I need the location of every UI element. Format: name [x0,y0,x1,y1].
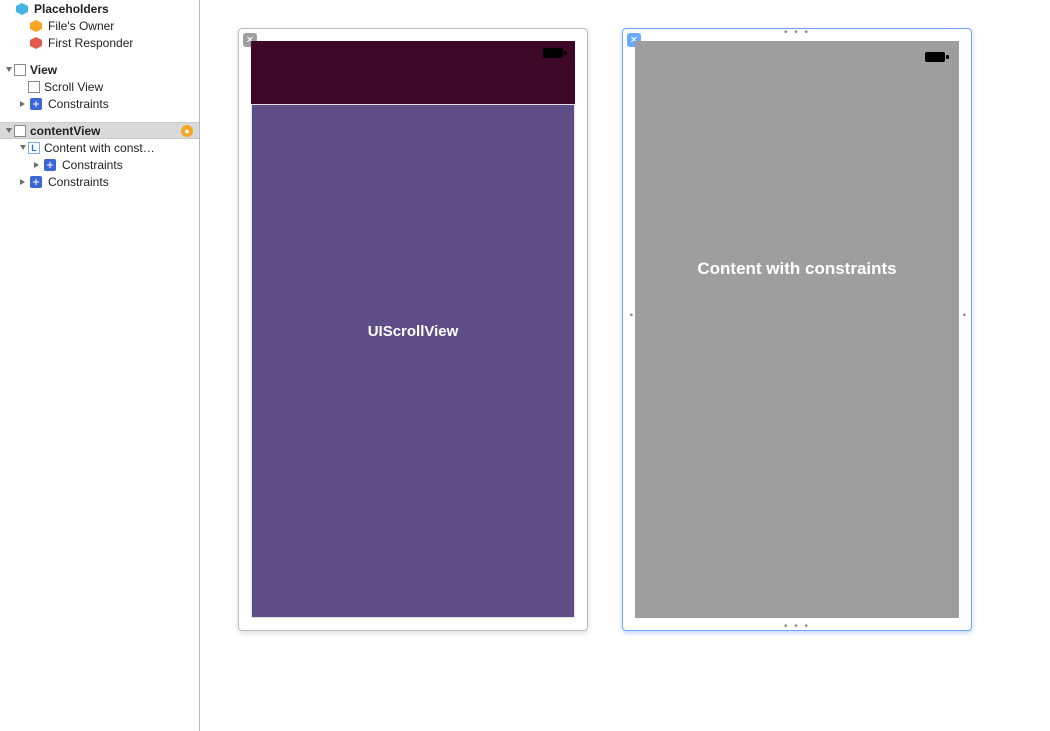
outline-row-constraints-3[interactable]: Constraints [0,173,199,190]
disclosure-triangle-icon[interactable] [4,126,14,136]
constraints-icon [28,174,44,190]
status-bar [251,41,575,104]
contentview-canvas[interactable]: Content with constraints [635,41,959,618]
outline-spacer [0,51,199,61]
disclosure-triangle-icon[interactable] [32,160,42,170]
disclosure-triangle-icon[interactable] [18,143,28,153]
view-label: View [30,63,57,77]
first-responder-label: First Responder [48,36,133,50]
constraints-label: Constraints [62,158,123,172]
resize-handle-icon[interactable]: • • • [784,621,810,632]
device-inner: Content with constraints [635,41,959,618]
scroll-view-label: Scroll View [44,80,103,94]
interface-builder-canvas[interactable]: ✕ UIScrollView ✕ • • • • • • •• •• [200,0,1050,731]
device-inner: UIScrollView [251,41,575,618]
resize-handle-icon[interactable]: • • • [784,27,810,38]
uiscrollview-canvas[interactable]: UIScrollView [251,104,575,618]
device-frame-contentview[interactable]: ✕ • • • • • • •• •• Content with constra… [622,28,972,631]
outline-row-contentview[interactable]: contentView ● [0,122,199,139]
cube-icon [14,1,30,17]
view-icon [14,64,26,76]
outline-row-view[interactable]: View [0,61,199,78]
contentview-label: contentView [30,124,100,138]
cube-icon [28,18,44,34]
device-frame-view[interactable]: ✕ UIScrollView [238,28,588,631]
outline-row-constraints-1[interactable]: Constraints [0,95,199,112]
constraints-icon [42,157,58,173]
warning-badge-icon[interactable]: ● [181,125,193,137]
battery-icon [543,47,567,61]
constraints-icon [28,96,44,112]
constraints-label: Constraints [48,97,109,111]
outline-spacer [0,112,199,122]
outline-row-scrollview[interactable]: Scroll View [0,78,199,95]
content-with-const-label: Content with const… [44,141,155,155]
constraints-label: Constraints [48,175,109,189]
files-owner-label: File's Owner [48,19,114,33]
outline-row-placeholders[interactable]: Placeholders [0,0,199,17]
content-with-constraints-title: Content with constraints [635,259,959,279]
outline-row-content-label[interactable]: L Content with const… [0,139,199,156]
label-icon: L [28,142,40,154]
cube-icon [28,35,44,51]
battery-icon [925,51,949,65]
view-icon [28,81,40,93]
disclosure-triangle-icon[interactable] [4,65,14,75]
disclosure-triangle-icon[interactable] [18,177,28,187]
outline-row-files-owner[interactable]: File's Owner [0,17,199,34]
disclosure-triangle-icon[interactable] [18,99,28,109]
document-outline[interactable]: Placeholders File's Owner First Responde… [0,0,200,731]
outline-row-first-responder[interactable]: First Responder [0,34,199,51]
outline-row-constraints-2[interactable]: Constraints [0,156,199,173]
uiscrollview-title: UIScrollView [368,323,459,340]
placeholders-label: Placeholders [34,2,109,16]
view-icon [14,125,26,137]
